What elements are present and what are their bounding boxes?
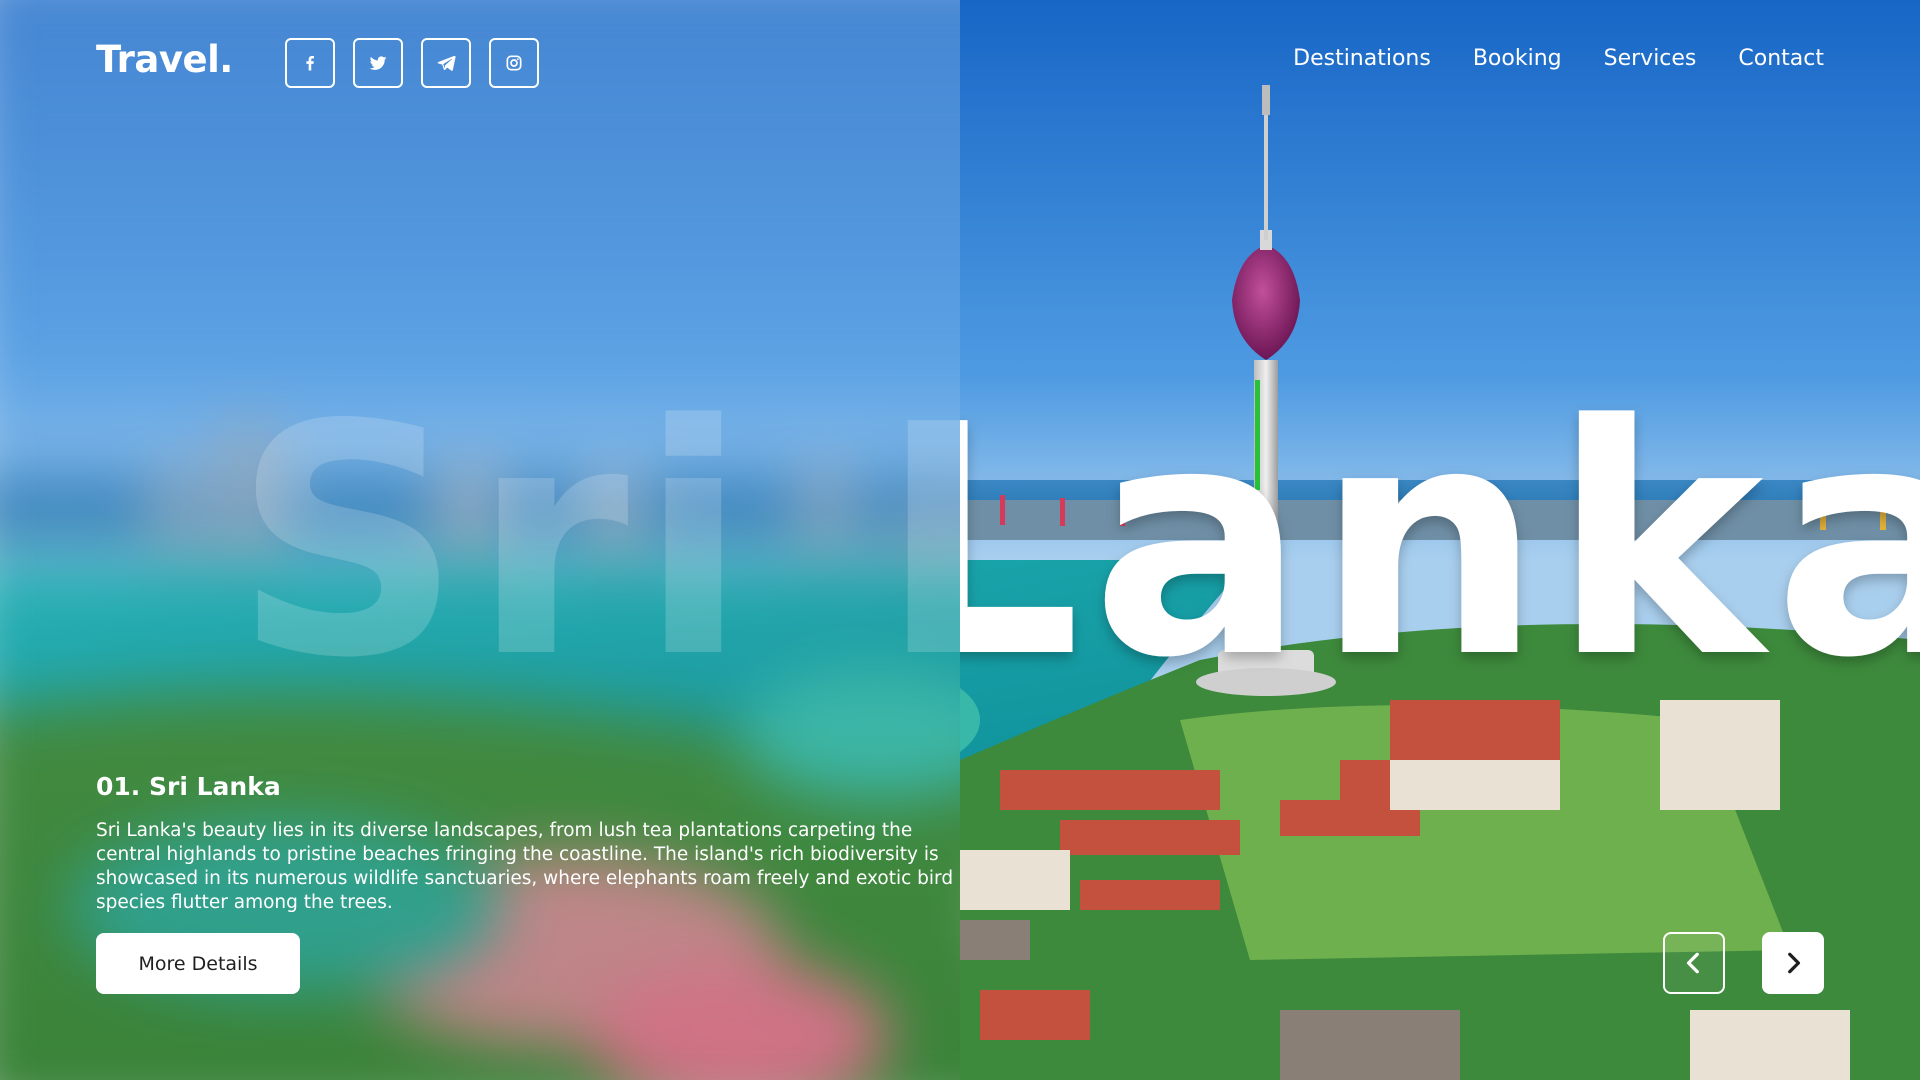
chevron-right-icon bbox=[1788, 952, 1801, 974]
slide-description: Sri Lanka's beauty lies in its diverse l… bbox=[96, 820, 954, 913]
main-nav: Destinations Booking Services Contact bbox=[1293, 46, 1824, 71]
facebook-icon bbox=[306, 56, 314, 71]
nav-contact[interactable]: Contact bbox=[1738, 46, 1824, 71]
twitter-icon bbox=[369, 56, 387, 70]
more-details-button[interactable]: More Details bbox=[96, 933, 300, 994]
twitter-button[interactable] bbox=[353, 38, 403, 88]
site-header: Travel. Destinations Booking Services Co… bbox=[0, 0, 1920, 125]
slide-info: 01. Sri Lanka Sri Lanka's beauty lies in… bbox=[96, 772, 956, 915]
social-links bbox=[285, 38, 539, 88]
facebook-button[interactable] bbox=[285, 38, 335, 88]
slider-next-button[interactable] bbox=[1762, 932, 1824, 994]
brand-logo[interactable]: Travel. bbox=[96, 38, 233, 81]
instagram-button[interactable] bbox=[489, 38, 539, 88]
nav-booking[interactable]: Booking bbox=[1473, 46, 1562, 71]
nav-destinations[interactable]: Destinations bbox=[1293, 46, 1431, 71]
hero-headline: Sri Lanka Sri Lanka Sri Lanka bbox=[0, 360, 1920, 680]
slide-title: 01. Sri Lanka bbox=[96, 772, 281, 801]
nav-services[interactable]: Services bbox=[1604, 46, 1697, 71]
telegram-button[interactable] bbox=[421, 38, 471, 88]
instagram-icon bbox=[506, 55, 522, 71]
slider-prev-button[interactable] bbox=[1663, 932, 1725, 994]
chevron-left-icon bbox=[1686, 952, 1699, 974]
telegram-icon bbox=[437, 55, 456, 71]
hero-stage: Sri Lanka Sri Lanka Sri Lanka Travel. De… bbox=[0, 0, 1920, 1080]
